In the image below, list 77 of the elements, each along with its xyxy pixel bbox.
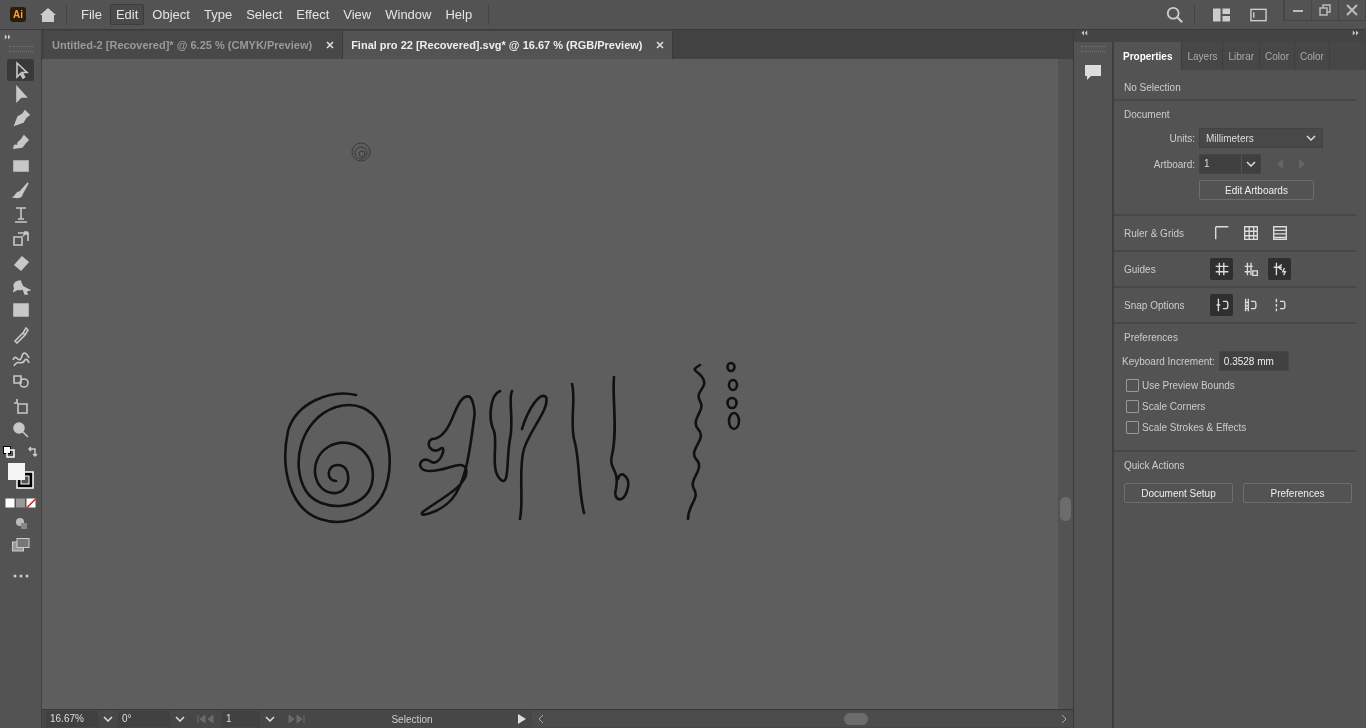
horizontal-scrollbar[interactable] bbox=[532, 711, 1073, 727]
caret-icon bbox=[1246, 161, 1256, 167]
close-icon[interactable] bbox=[656, 41, 665, 49]
expand-icon[interactable] bbox=[4, 34, 12, 40]
field-label: Artboard: bbox=[1152, 158, 1195, 170]
menu-item[interactable]: Select bbox=[240, 4, 289, 25]
quick-action-button[interactable]: Document Setup bbox=[1124, 483, 1233, 503]
toggle-button[interactable] bbox=[1210, 294, 1233, 316]
panel-icon[interactable] bbox=[1250, 7, 1267, 22]
menu-item[interactable]: Edit bbox=[109, 4, 145, 25]
section-heading: Guides bbox=[1124, 263, 1157, 275]
keyboard-increment-field[interactable]: 0.3528 mm bbox=[1218, 351, 1289, 371]
menu-item[interactable]: Type bbox=[197, 4, 239, 25]
scale-icon bbox=[10, 228, 31, 248]
menu-item[interactable]: File bbox=[75, 4, 108, 25]
screen-mode-icon[interactable] bbox=[11, 538, 30, 552]
grid-icon bbox=[1241, 224, 1260, 242]
toggle-button[interactable] bbox=[1268, 258, 1291, 280]
section-heading: Document bbox=[1124, 109, 1171, 120]
tool-button[interactable] bbox=[7, 59, 34, 81]
checkbox-label: Use Preview Bounds bbox=[1142, 380, 1235, 391]
units-dropdown[interactable]: Millimeters bbox=[1199, 128, 1323, 148]
checkbox[interactable] bbox=[1126, 379, 1139, 392]
artboard-dropdown[interactable]: 1 bbox=[1199, 154, 1261, 174]
document-tab[interactable]: Untitled-2 [Recovered]* @ 6.25 % (CMYK/Preview) bbox=[44, 31, 344, 59]
selection-status: No Selection bbox=[1124, 82, 1182, 93]
field-label: Keyboard Increment: bbox=[1122, 355, 1215, 367]
swap-arrows-icon[interactable] bbox=[26, 446, 39, 458]
ruler-icon bbox=[1212, 224, 1231, 242]
menu-item[interactable]: Window bbox=[379, 4, 438, 25]
comment-icon[interactable] bbox=[1083, 62, 1103, 82]
caret-icon bbox=[1306, 135, 1316, 141]
more-icon[interactable] bbox=[12, 574, 29, 578]
artboard-field[interactable]: 1 bbox=[222, 711, 260, 727]
default-colors-icon[interactable] bbox=[2, 446, 15, 458]
search-icon bbox=[10, 420, 31, 440]
checkbox-label: Scale Corners bbox=[1142, 401, 1206, 412]
document-tab[interactable]: Final pro 22 [Recovered].svg* @ 16.67 % (RGB/Preview) bbox=[343, 31, 674, 59]
close-icon[interactable] bbox=[326, 41, 335, 49]
checkbox[interactable] bbox=[1126, 421, 1139, 434]
section-heading: Snap Options bbox=[1124, 299, 1186, 311]
app-logo: Ai bbox=[10, 7, 26, 22]
scrollbar-thumb[interactable] bbox=[1060, 497, 1071, 521]
caret-icon[interactable] bbox=[103, 716, 113, 722]
caret-icon[interactable] bbox=[175, 716, 185, 722]
current-tool-label: Selection bbox=[390, 713, 434, 725]
section-heading: Quick Actions bbox=[1124, 460, 1186, 471]
section-heading: Ruler & Grids bbox=[1124, 227, 1185, 239]
section-heading: Preferences bbox=[1124, 332, 1179, 343]
scroll-right-icon[interactable] bbox=[1061, 714, 1067, 724]
color-mode-icon[interactable] bbox=[4, 498, 37, 508]
rotation-field[interactable]: 0° bbox=[118, 711, 170, 727]
edit-artboards-button[interactable]: Edit Artboards bbox=[1199, 180, 1314, 200]
menu-item[interactable]: View bbox=[337, 4, 378, 25]
checkbox-label: Scale Strokes & Effects bbox=[1142, 422, 1247, 433]
checkbox[interactable] bbox=[1126, 400, 1139, 413]
paintbrush-icon bbox=[10, 180, 31, 200]
spiral-drawing bbox=[350, 141, 372, 163]
pen-curve-icon bbox=[10, 132, 31, 152]
quick-action-button[interactable]: Preferences bbox=[1243, 483, 1352, 503]
scrollbar-thumb[interactable] bbox=[844, 713, 868, 725]
restore-icon bbox=[1319, 4, 1331, 16]
menu-item[interactable]: Object bbox=[146, 4, 196, 25]
menu-item[interactable]: Help bbox=[439, 4, 479, 25]
caret-icon[interactable] bbox=[265, 716, 275, 722]
workspace-layout-icon[interactable] bbox=[1213, 7, 1230, 22]
scroll-left-icon[interactable] bbox=[538, 714, 544, 724]
fill-stroke-swatches[interactable] bbox=[6, 462, 35, 490]
draw-mode-icon[interactable] bbox=[13, 516, 28, 530]
toggle-button[interactable] bbox=[1210, 258, 1233, 280]
play-icon[interactable] bbox=[518, 714, 526, 724]
search-icon[interactable] bbox=[1166, 5, 1184, 24]
field-label: Units: bbox=[1168, 132, 1195, 144]
panel-tab[interactable]: Properties bbox=[1114, 42, 1183, 70]
menu-item[interactable]: Effect bbox=[290, 4, 336, 25]
zoom-field[interactable]: 16.67% bbox=[46, 711, 98, 727]
close-icon bbox=[1346, 4, 1358, 16]
